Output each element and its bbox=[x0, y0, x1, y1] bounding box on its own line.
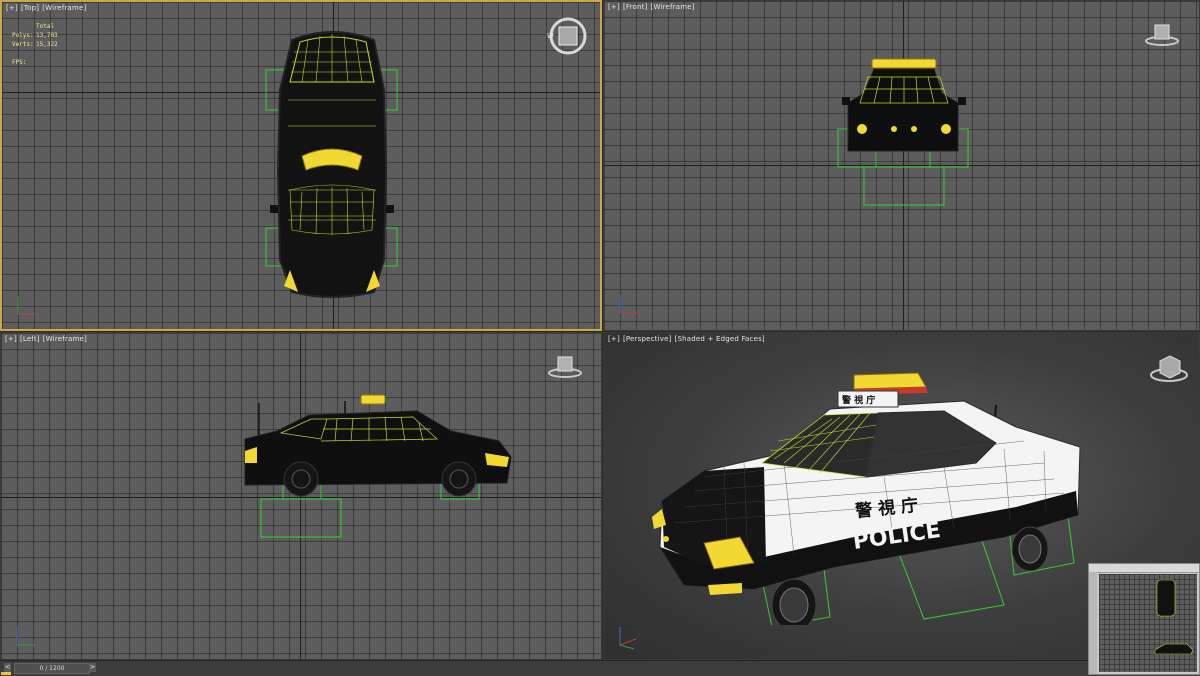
police-car-top-wireframe[interactable] bbox=[262, 30, 402, 302]
viewport-label-left[interactable]: [+] [Left] [Wireframe] bbox=[5, 335, 90, 343]
police-car-side-wireframe[interactable] bbox=[237, 389, 517, 541]
viewport-label-top[interactable]: [+] [Top] [Wireframe] bbox=[6, 4, 89, 12]
police-car-front-wireframe[interactable] bbox=[834, 55, 974, 211]
prev-frame-button[interactable]: < bbox=[4, 663, 11, 672]
viewcube[interactable] bbox=[1146, 351, 1192, 385]
viewcube-compass[interactable]: W bbox=[544, 16, 592, 58]
viewport-label-perspective[interactable]: [+] [Perspective] [Shaded + Edged Faces] bbox=[608, 335, 768, 343]
viewcube[interactable] bbox=[545, 353, 585, 381]
thumbnail-toolbar bbox=[1089, 564, 1199, 573]
svg-text:W: W bbox=[547, 32, 554, 40]
frame-counter[interactable]: 0 / 1200 bbox=[14, 663, 90, 674]
axis-tripod-gizmo bbox=[619, 627, 637, 650]
thumbnail-viewport bbox=[1099, 574, 1197, 672]
axis-tripod-gizmo bbox=[16, 627, 35, 646]
viewport-top[interactable]: [+] [Top] [Wireframe] Total Polys: 13,703 V… bbox=[0, 0, 602, 331]
police-car-perspective-shaded[interactable]: 警 視 庁 POLICE 警 視 庁 bbox=[644, 367, 1094, 625]
thumbnail-car-icons bbox=[1154, 579, 1194, 655]
time-slider-bar[interactable]: < 0 / 1200 > bbox=[0, 660, 1200, 676]
roof-sign-text: 警 視 庁 bbox=[842, 394, 875, 406]
application-thumbnail bbox=[1088, 563, 1200, 675]
axis-tripod-gizmo bbox=[619, 295, 638, 314]
scene-statistics: Total Polys: 13,703 Verts: 15,322 FPS: bbox=[12, 23, 58, 66]
viewport-left[interactable]: [+] [Left] [Wireframe] bbox=[0, 332, 602, 660]
viewport-front[interactable]: [+] [Front] [Wireframe] bbox=[603, 0, 1200, 331]
viewport-label-front[interactable]: [+] [Front] [Wireframe] bbox=[608, 3, 698, 11]
viewcube[interactable] bbox=[1142, 21, 1182, 49]
next-frame-button[interactable]: > bbox=[89, 663, 96, 672]
thumbnail-sidebar bbox=[1089, 572, 1097, 674]
axis-tripod-gizmo bbox=[17, 296, 36, 315]
